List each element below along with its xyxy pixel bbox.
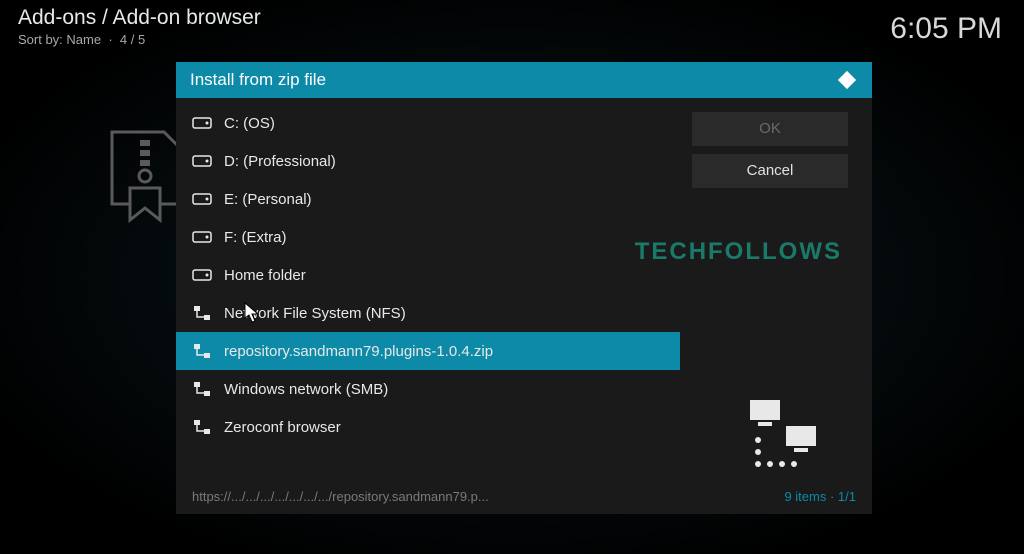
file-item-label: repository.sandmann79.plugins-1.0.4.zip — [224, 343, 493, 360]
file-item-4[interactable]: Home folder — [176, 256, 680, 294]
file-item-5[interactable]: Network File System (NFS) — [176, 294, 680, 332]
file-item-1[interactable]: D: (Professional) — [176, 142, 680, 180]
file-item-7[interactable]: Windows network (SMB) — [176, 370, 680, 408]
file-item-label: Home folder — [224, 267, 306, 284]
sort-info: Sort by: Name · 4 / 5 — [18, 32, 261, 47]
breadcrumb: Add-ons / Add-on browser — [18, 6, 261, 30]
file-item-label: F: (Extra) — [224, 229, 287, 246]
cancel-button[interactable]: Cancel — [692, 154, 848, 188]
file-item-8[interactable]: Zeroconf browser — [176, 408, 680, 446]
clock: 6:05 PM — [890, 12, 1002, 46]
footer-item-count: 9 items — [784, 489, 826, 504]
footer-path: https://.../.../.../.../.../.../.../repo… — [192, 489, 489, 504]
side-panel: OK Cancel TECHFOLLOWS — [680, 98, 872, 478]
dialog-title-bar: Install from zip file — [176, 62, 872, 98]
file-item-2[interactable]: E: (Personal) — [176, 180, 680, 218]
dialog-footer: https://.../.../.../.../.../.../.../repo… — [176, 478, 872, 514]
file-item-label: D: (Professional) — [224, 153, 336, 170]
file-item-3[interactable]: F: (Extra) — [176, 218, 680, 256]
file-list: C: (OS) D: (Professional) E: (Personal) F: … — [176, 98, 680, 478]
footer-page: 1/1 — [838, 489, 856, 504]
ok-button[interactable]: OK — [692, 112, 848, 146]
file-item-label: E: (Personal) — [224, 191, 312, 208]
file-item-0[interactable]: C: (OS) — [176, 104, 680, 142]
network-icon — [736, 396, 826, 474]
dialog-title: Install from zip file — [190, 70, 326, 90]
zip-icon — [104, 130, 184, 224]
file-item-6[interactable]: repository.sandmann79.plugins-1.0.4.zip — [176, 332, 680, 370]
file-item-label: Zeroconf browser — [224, 419, 341, 436]
install-dialog: Install from zip file C: (OS) D: (Profess… — [176, 62, 872, 514]
file-item-label: Network File System (NFS) — [224, 305, 406, 322]
file-item-label: C: (OS) — [224, 115, 275, 132]
file-item-label: Windows network (SMB) — [224, 381, 388, 398]
kodi-logo-icon — [836, 69, 858, 91]
watermark-text: TECHFOLLOWS — [635, 238, 842, 266]
